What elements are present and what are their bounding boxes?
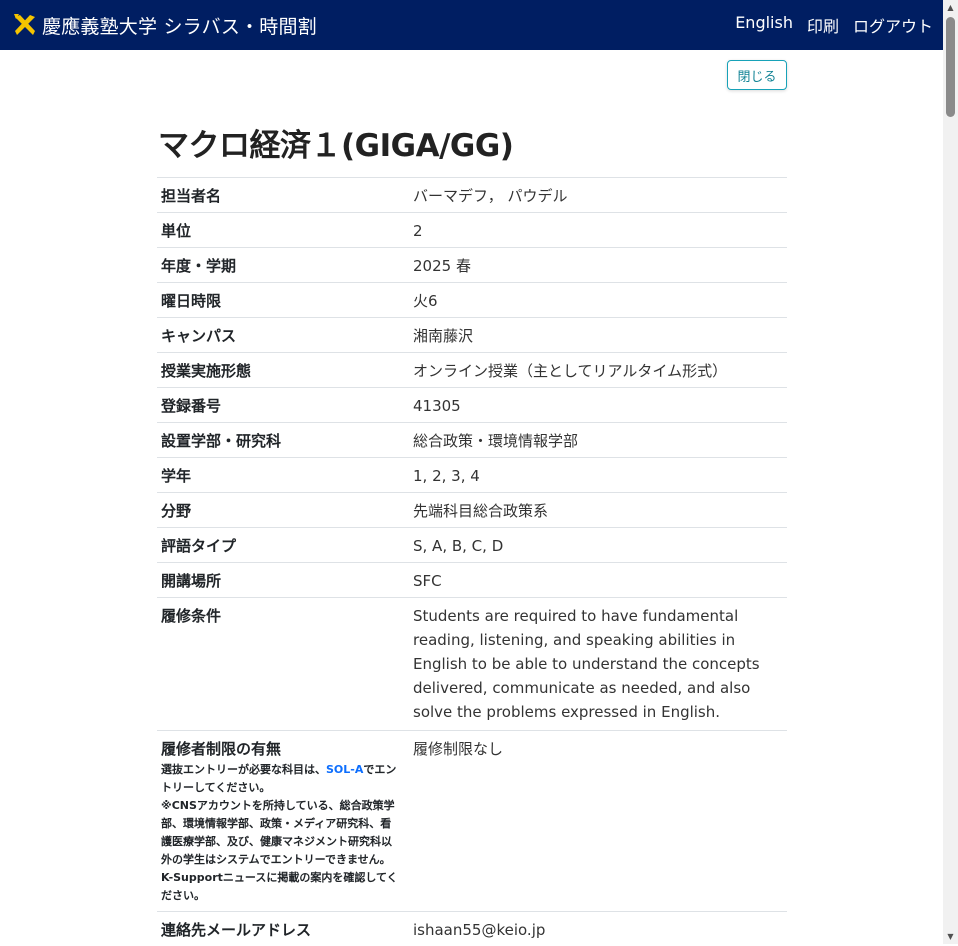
row-value: 1, 2, 3, 4 xyxy=(405,458,787,493)
note-text: K-Supportニュースに掲載の案内を確認してください。 xyxy=(161,871,398,902)
table-row: 登録番号 41305 xyxy=(157,388,787,423)
english-link[interactable]: English xyxy=(735,13,793,37)
row-label: キャンパス xyxy=(157,318,405,353)
row-label: 開講場所 xyxy=(157,563,405,598)
row-value: 2025 春 xyxy=(405,248,787,283)
table-row: 連絡先メールアドレス ishaan55@keio.jp xyxy=(157,912,787,946)
scroll-thumb[interactable] xyxy=(946,17,955,117)
brand-title: 慶應義塾大学 シラバス・時間割 xyxy=(42,12,317,39)
table-row: 開講場所 SFC xyxy=(157,563,787,598)
nav-links: English 印刷 ログアウト xyxy=(721,13,933,37)
table-row: 設置学部・研究科 総合政策・環境情報学部 xyxy=(157,423,787,458)
table-row: 授業実施形態 オンライン授業（主としてリアルタイム形式） xyxy=(157,353,787,388)
brand[interactable]: 慶應義塾大学 シラバス・時間割 xyxy=(12,12,317,39)
row-label: 授業実施形態 xyxy=(157,353,405,388)
table-row: 履修条件 Students are required to have funda… xyxy=(157,598,787,731)
scroll-down-arrow-icon[interactable]: ▼ xyxy=(943,929,958,944)
row-label: 連絡先メールアドレス xyxy=(157,912,405,946)
scroll-up-arrow-icon[interactable]: ▲ xyxy=(943,0,958,15)
row-value: バーマデフ， パウデル xyxy=(405,178,787,213)
row-label-with-note: 履修者制限の有無 選抜エントリーが必要な科目は、SOL-Aでエントリーしてくださ… xyxy=(157,731,405,912)
row-value: 履修制限なし xyxy=(405,731,787,912)
note-text: 選抜エントリーが必要な科目は、 xyxy=(161,763,326,776)
contact-email[interactable]: ishaan55@keio.jp xyxy=(405,912,787,946)
row-label: 担当者名 xyxy=(157,178,405,213)
course-info-table: 担当者名 バーマデフ， パウデル 単位 2 年度・学期 2025 春 曜日時限 … xyxy=(157,177,787,946)
table-row: キャンパス 湘南藤沢 xyxy=(157,318,787,353)
page-scrollbar[interactable]: ▲ ▼ xyxy=(943,0,958,944)
row-value: 総合政策・環境情報学部 xyxy=(405,423,787,458)
table-row: 担当者名 バーマデフ， パウデル xyxy=(157,178,787,213)
row-value: 火6 xyxy=(405,283,787,318)
row-label: 評語タイプ xyxy=(157,528,405,563)
row-label: 履修者制限の有無 xyxy=(161,739,401,759)
row-value: 2 xyxy=(405,213,787,248)
row-label: 登録番号 xyxy=(157,388,405,423)
print-link[interactable]: 印刷 xyxy=(807,13,839,37)
row-value: SFC xyxy=(405,563,787,598)
row-value: S, A, B, C, D xyxy=(405,528,787,563)
table-row: 年度・学期 2025 春 xyxy=(157,248,787,283)
row-label: 設置学部・研究科 xyxy=(157,423,405,458)
logout-link[interactable]: ログアウト xyxy=(853,13,933,37)
table-row: 曜日時限 火6 xyxy=(157,283,787,318)
row-value: 先端科目総合政策系 xyxy=(405,493,787,528)
row-value: Students are required to have fundamenta… xyxy=(405,598,787,731)
table-row: 学年 1, 2, 3, 4 xyxy=(157,458,787,493)
row-label: 履修条件 xyxy=(157,598,405,731)
row-value: 湘南藤沢 xyxy=(405,318,787,353)
note-text: ※CNSアカウントを所持している、総合政策学部、環境情報学部、政策・メディア研究… xyxy=(161,799,395,866)
row-label: 分野 xyxy=(157,493,405,528)
table-row: 履修者制限の有無 選抜エントリーが必要な科目は、SOL-Aでエントリーしてくださ… xyxy=(157,731,787,912)
enrollment-note: 選抜エントリーが必要な科目は、SOL-Aでエントリーしてください。 ※CNSアカ… xyxy=(161,761,401,905)
row-label: 学年 xyxy=(157,458,405,493)
sol-a-link[interactable]: SOL-A xyxy=(326,763,363,776)
row-label: 単位 xyxy=(157,213,405,248)
table-row: 分野 先端科目総合政策系 xyxy=(157,493,787,528)
row-value: 41305 xyxy=(405,388,787,423)
keio-pen-logo-icon xyxy=(12,12,38,38)
course-title: マクロ経済１(GIGA/GG) xyxy=(158,120,513,165)
table-row: 評語タイプ S, A, B, C, D xyxy=(157,528,787,563)
top-navbar: 慶應義塾大学 シラバス・時間割 English 印刷 ログアウト xyxy=(0,0,943,50)
close-button[interactable]: 閉じる xyxy=(727,60,787,90)
row-label: 年度・学期 xyxy=(157,248,405,283)
table-row: 単位 2 xyxy=(157,213,787,248)
row-label: 曜日時限 xyxy=(157,283,405,318)
row-value: オンライン授業（主としてリアルタイム形式） xyxy=(405,353,787,388)
